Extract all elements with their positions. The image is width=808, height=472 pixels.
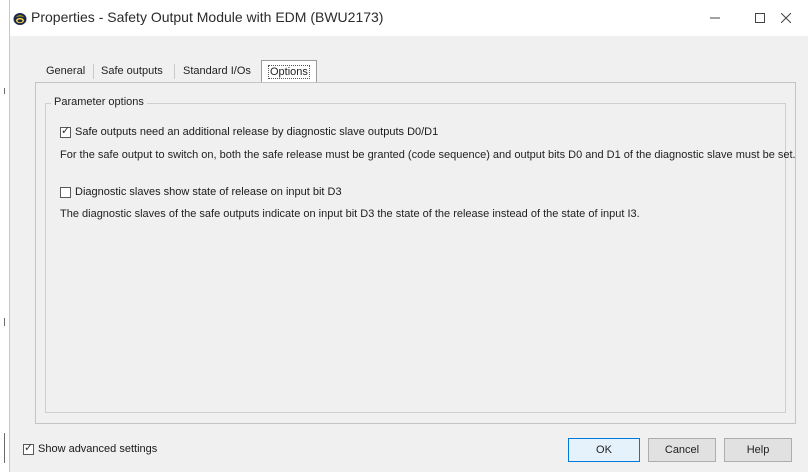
tab-label: Options bbox=[268, 65, 310, 79]
tab-label: Standard I/Os bbox=[183, 65, 251, 77]
checkbox-label: Safe outputs need an additional release … bbox=[75, 126, 439, 138]
tab-separator bbox=[174, 64, 175, 79]
title-bar[interactable]: Properties - Safety Output Module with E… bbox=[10, 0, 808, 36]
edge-mark bbox=[4, 318, 5, 326]
properties-dialog: Properties - Safety Output Module with E… bbox=[9, 0, 808, 472]
release-d0d1-checkbox[interactable]: ✓ bbox=[60, 124, 71, 138]
option-description: The diagnostic slaves of the safe output… bbox=[60, 208, 640, 220]
tab-general[interactable]: General bbox=[46, 61, 85, 81]
parameter-options-group: Parameter options ✓ Safe outputs need an… bbox=[45, 96, 796, 413]
option-description: For the safe output to switch on, both t… bbox=[60, 149, 796, 161]
tab-standard-ios[interactable]: Standard I/Os bbox=[183, 61, 251, 81]
group-title: Parameter options bbox=[51, 96, 147, 108]
tab-label: General bbox=[46, 65, 86, 77]
window-title: Properties - Safety Output Module with E… bbox=[31, 9, 384, 25]
cancel-button[interactable]: Cancel bbox=[648, 438, 716, 462]
minimize-button[interactable] bbox=[692, 0, 738, 36]
app-logo-icon bbox=[13, 13, 27, 25]
background-window-edge bbox=[0, 0, 9, 472]
options-tab-panel: Parameter options ✓ Safe outputs need an… bbox=[35, 82, 796, 424]
show-advanced-settings[interactable]: ✓ Show advanced settings bbox=[23, 441, 158, 455]
ok-button[interactable]: OK bbox=[568, 438, 640, 462]
tab-separator bbox=[93, 64, 94, 79]
option-release-d0d1[interactable]: ✓ Safe outputs need an additional releas… bbox=[60, 124, 439, 138]
option-show-release-d3[interactable]: Diagnostic slaves show state of release … bbox=[60, 186, 342, 198]
checkmark-icon: ✓ bbox=[24, 441, 34, 454]
edge-mark bbox=[4, 88, 5, 94]
close-icon bbox=[780, 13, 791, 23]
minimize-icon bbox=[710, 17, 720, 19]
tab-safe-outputs[interactable]: Safe outputs bbox=[101, 61, 163, 81]
help-button[interactable]: Help bbox=[724, 438, 792, 462]
checkbox-label: Diagnostic slaves show state of release … bbox=[75, 186, 342, 198]
close-button[interactable] bbox=[762, 0, 808, 36]
checkbox-label: Show advanced settings bbox=[38, 443, 158, 455]
tab-options[interactable]: Options bbox=[261, 60, 317, 83]
edge-mark bbox=[4, 433, 5, 463]
tab-label: Safe outputs bbox=[101, 65, 163, 77]
show-release-d3-checkbox[interactable] bbox=[60, 186, 71, 198]
checkmark-icon: ✓ bbox=[61, 124, 71, 137]
show-advanced-checkbox[interactable]: ✓ bbox=[23, 441, 34, 455]
